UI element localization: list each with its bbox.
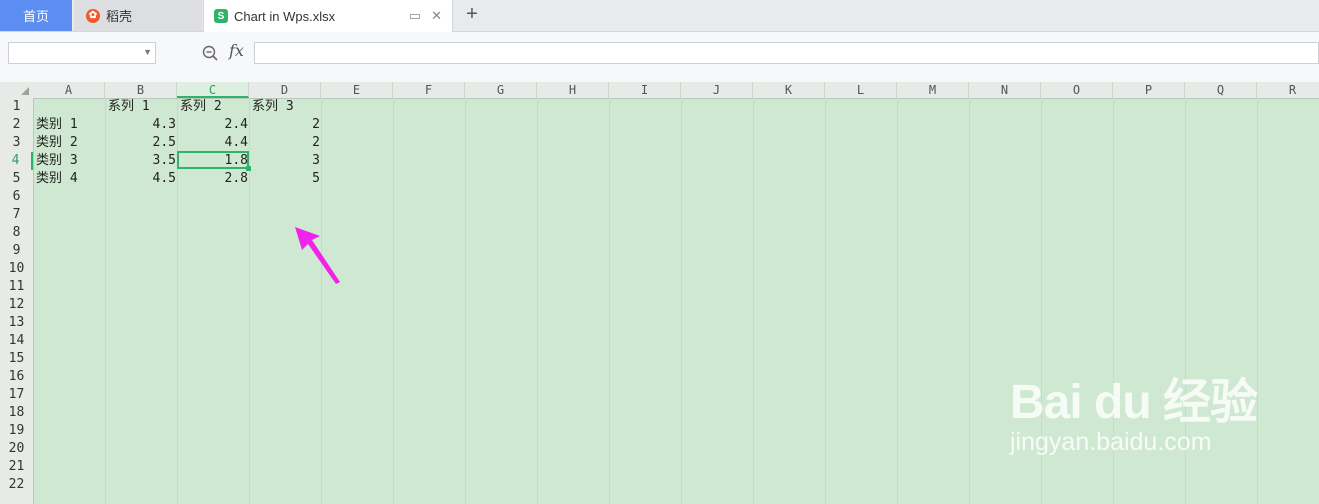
- row-header-20[interactable]: 20: [0, 440, 33, 458]
- formula-input[interactable]: [254, 42, 1319, 64]
- cell-b3[interactable]: 2.5: [106, 134, 176, 152]
- tab-daoke-label: 稻壳: [106, 9, 133, 24]
- column-header-d[interactable]: D: [249, 82, 321, 98]
- row-header-10[interactable]: 10: [0, 260, 33, 278]
- row-header-16[interactable]: 16: [0, 368, 33, 386]
- fx-icon[interactable]: fx: [229, 41, 244, 60]
- cell-b2[interactable]: 4.3: [106, 116, 176, 134]
- annotation-arrow: [295, 227, 340, 284]
- watermark-url: jingyan.baidu.com: [1010, 428, 1212, 456]
- row-header-12[interactable]: 12: [0, 296, 33, 314]
- column-header-a[interactable]: A: [33, 82, 105, 98]
- row-header-21[interactable]: 21: [0, 458, 33, 476]
- grid-line: [393, 98, 394, 504]
- column-header-f[interactable]: F: [393, 82, 465, 98]
- baidu-watermark: Bai du 经验 jingyan.baidu.com: [1010, 362, 1258, 457]
- grid-line: [753, 98, 754, 504]
- tab-file-label: Chart in Wps.xlsx: [234, 8, 336, 24]
- row-header-6[interactable]: 6: [0, 188, 33, 206]
- cell-b5[interactable]: 4.5: [106, 170, 176, 188]
- cell-d5[interactable]: 5: [250, 170, 320, 188]
- cell-c5[interactable]: 2.8: [178, 170, 248, 188]
- column-header-o[interactable]: O: [1041, 82, 1113, 98]
- grid-line: [969, 98, 970, 504]
- pin-icon[interactable]: ▭: [409, 8, 421, 24]
- column-header-b[interactable]: B: [105, 82, 177, 98]
- row-header-15[interactable]: 15: [0, 350, 33, 368]
- row-header-19[interactable]: 19: [0, 422, 33, 440]
- column-header-c[interactable]: C: [177, 82, 249, 98]
- spreadsheet-icon: S: [214, 9, 228, 23]
- name-box[interactable]: ▼: [8, 42, 156, 64]
- row-header-18[interactable]: 18: [0, 404, 33, 422]
- column-header-g[interactable]: G: [465, 82, 537, 98]
- daoke-icon: ✿: [86, 8, 100, 23]
- row-header-1[interactable]: 1: [0, 98, 33, 116]
- cell-a2[interactable]: 类别 1: [36, 116, 78, 134]
- row-header-14[interactable]: 14: [0, 332, 33, 350]
- cell-d1[interactable]: 系列 3: [252, 98, 294, 116]
- cell-c3[interactable]: 4.4: [178, 134, 248, 152]
- grid-line: [609, 98, 610, 504]
- grid-line: [465, 98, 466, 504]
- column-header-k[interactable]: K: [753, 82, 825, 98]
- grid-line: [825, 98, 826, 504]
- row-header-2[interactable]: 2: [0, 116, 33, 134]
- row-header-5[interactable]: 5: [0, 170, 33, 188]
- chevron-down-icon[interactable]: ▼: [143, 47, 152, 57]
- tab-file[interactable]: S Chart in Wps.xlsx ▭ ✕: [203, 0, 453, 32]
- column-header-i[interactable]: I: [609, 82, 681, 98]
- tab-daoke[interactable]: ✿ 稻壳: [74, 0, 202, 31]
- column-header-m[interactable]: M: [897, 82, 969, 98]
- row-header-22[interactable]: 22: [0, 476, 33, 494]
- column-header-r[interactable]: R: [1257, 82, 1319, 98]
- column-header: ABCDEFGHIJKLMNOPQR: [0, 82, 1319, 99]
- cell-c2[interactable]: 2.4: [178, 116, 248, 134]
- cell-a4[interactable]: 类别 3: [36, 152, 78, 170]
- column-header-q[interactable]: Q: [1185, 82, 1257, 98]
- cell-a3[interactable]: 类别 2: [36, 134, 78, 152]
- tab-bar: 首页 ✿ 稻壳 S Chart in Wps.xlsx ▭ ✕ +: [0, 0, 1319, 32]
- row-header-13[interactable]: 13: [0, 314, 33, 332]
- grid-line: [321, 98, 322, 504]
- column-header-l[interactable]: L: [825, 82, 897, 98]
- column-header-e[interactable]: E: [321, 82, 393, 98]
- cell-b1[interactable]: 系列 1: [108, 98, 150, 116]
- column-header-n[interactable]: N: [969, 82, 1041, 98]
- row-header-11[interactable]: 11: [0, 278, 33, 296]
- row-header-3[interactable]: 3: [0, 134, 33, 152]
- row-header-17[interactable]: 17: [0, 386, 33, 404]
- zoom-icon[interactable]: [202, 45, 218, 61]
- column-header-h[interactable]: H: [537, 82, 609, 98]
- grid-line: [537, 98, 538, 504]
- column-header-p[interactable]: P: [1113, 82, 1185, 98]
- cell-c1[interactable]: 系列 2: [180, 98, 222, 116]
- row-header-4[interactable]: 4: [0, 152, 33, 170]
- cell-a5[interactable]: 类别 4: [36, 170, 78, 188]
- watermark-logo: Bai du 经验: [1010, 376, 1258, 429]
- active-cell-c4[interactable]: [177, 151, 251, 171]
- row-header-8[interactable]: 8: [0, 224, 33, 242]
- cell-d2[interactable]: 2: [250, 116, 320, 134]
- cell-b4[interactable]: 3.5: [106, 152, 176, 170]
- cell-d4[interactable]: 3: [250, 152, 320, 170]
- tab-home[interactable]: 首页: [0, 0, 72, 31]
- new-tab-button[interactable]: +: [462, 3, 482, 26]
- cell-d3[interactable]: 2: [250, 134, 320, 152]
- grid-line: [681, 98, 682, 504]
- select-all-corner[interactable]: [0, 82, 33, 98]
- row-header-9[interactable]: 9: [0, 242, 33, 260]
- close-icon[interactable]: ✕: [431, 8, 442, 24]
- formula-bar: ▼ fx: [0, 32, 1319, 82]
- column-header-j[interactable]: J: [681, 82, 753, 98]
- grid-line: [897, 98, 898, 504]
- row-header-7[interactable]: 7: [0, 206, 33, 224]
- tab-home-label: 首页: [22, 9, 49, 24]
- row-header: 1 2 3 4 5 6 7 8 9 10 11 12 13 14 15 16 17 18 19 20 21 22: [0, 98, 34, 504]
- grid-line: [1257, 98, 1258, 504]
